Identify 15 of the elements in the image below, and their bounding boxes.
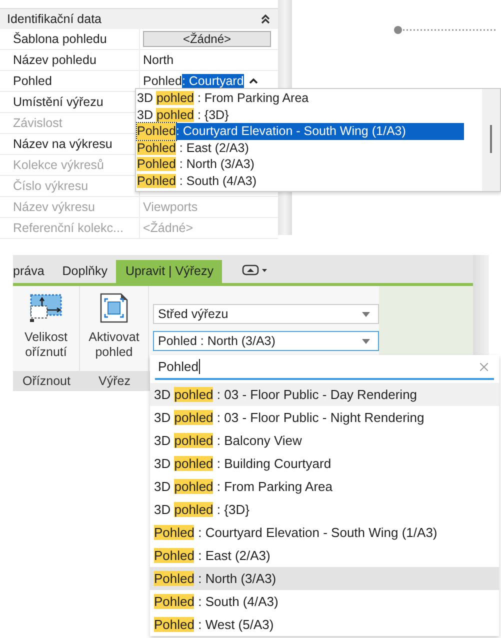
property-label: Pohled [13,74,52,88]
property-label: Umístění výřezu [13,95,104,109]
property-label: Číslo výkresu [13,179,88,193]
property-label: Kolekce výkresů [13,158,104,172]
property-label: Šablona pohledu [13,32,107,46]
property-label: Název výkresu [13,200,95,214]
property-value: <Žádné> [143,221,194,235]
property-value: North [143,53,174,67]
property-label: Název pohledu [13,53,96,67]
property-label: Závislost [13,116,62,130]
property-value: Viewports [143,200,198,214]
property-label: Název na výkresu [13,137,112,151]
panel-title: Výřez [98,373,132,390]
panel-title: Oříznout [22,373,72,390]
property-label: Referenční kolekc... [13,221,124,235]
